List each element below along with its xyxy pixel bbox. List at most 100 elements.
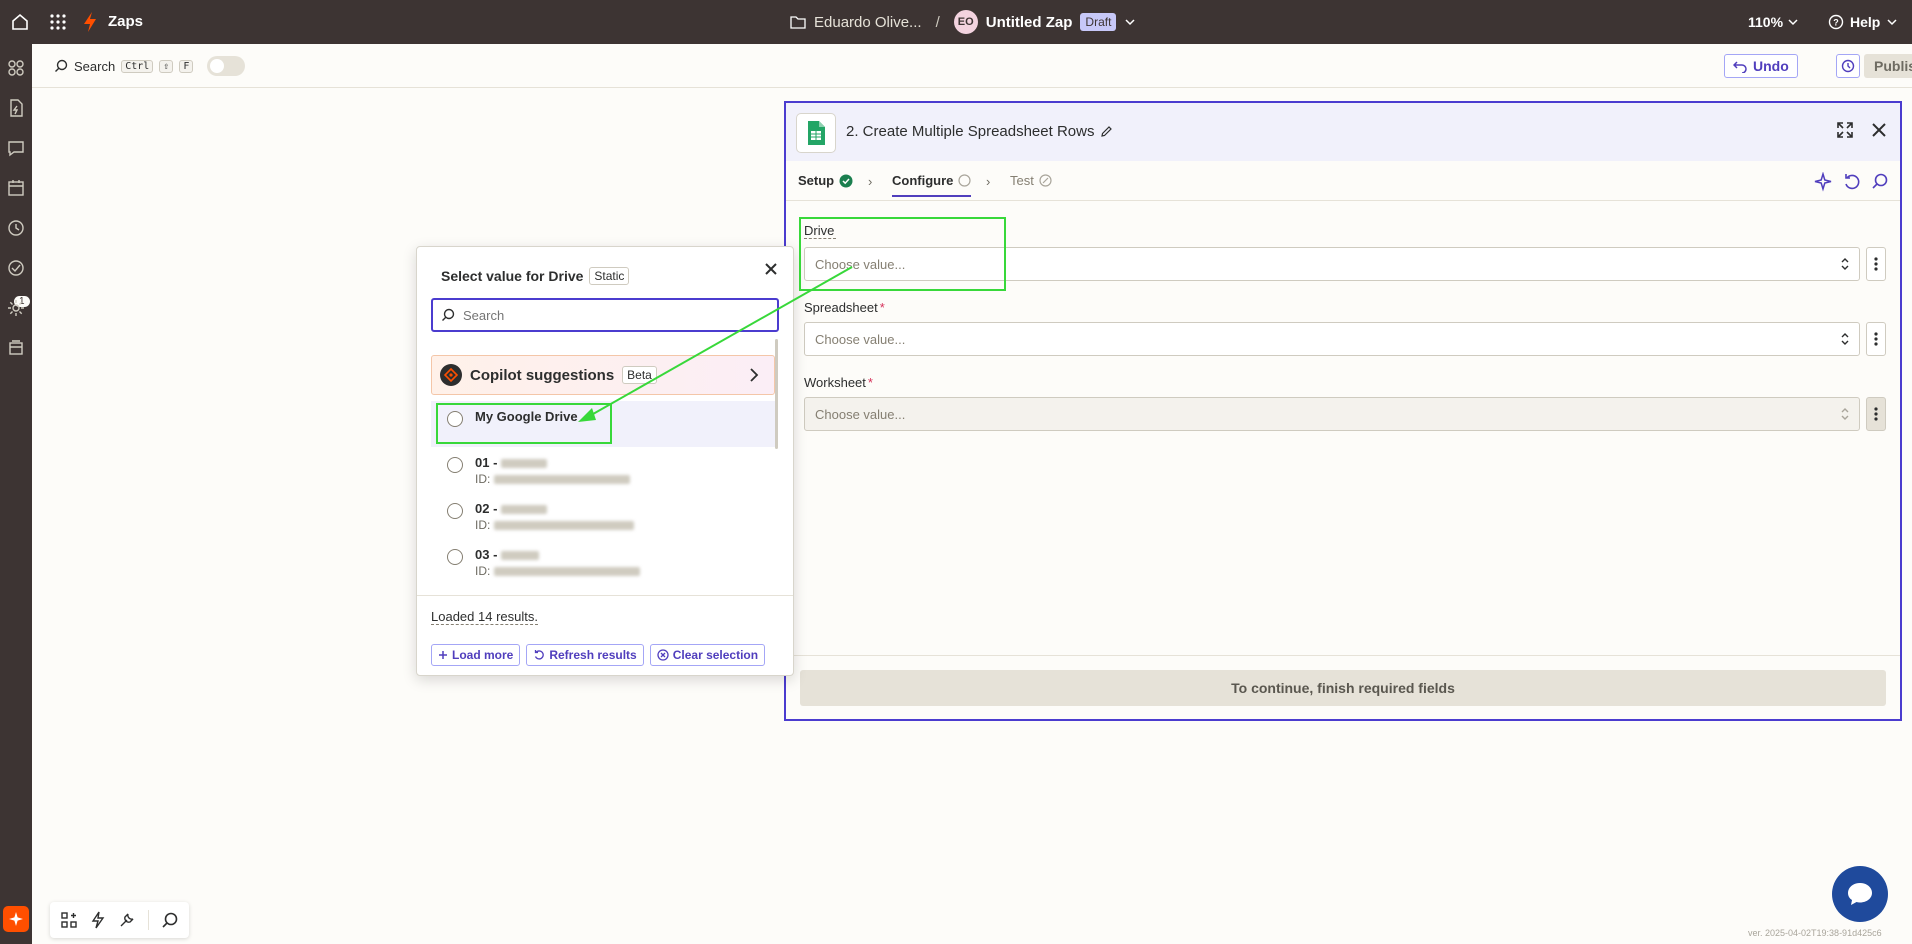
tools-divider [148, 910, 149, 930]
popover-actions: Load more Refresh results Clear selectio… [431, 644, 766, 666]
radio-button[interactable] [447, 457, 463, 473]
updown-icon [1841, 258, 1849, 270]
tab-setup-label: Setup [798, 173, 835, 188]
panel-header-actions [1836, 121, 1888, 139]
panel-header: 2. Create Multiple Spreadsheet Rows [786, 103, 1900, 161]
tab-setup[interactable]: Setup [798, 173, 853, 188]
avatar[interactable]: EO [953, 10, 978, 34]
support-chat-button[interactable] [1832, 866, 1888, 922]
search-trigger[interactable]: Search Ctrl ⇧ F [54, 56, 246, 76]
tab-test-label: Test [1010, 173, 1034, 188]
zoom-control[interactable]: 110% [1748, 14, 1799, 30]
refresh-icon [535, 650, 545, 660]
chevron-down-icon[interactable] [1124, 16, 1136, 28]
home-icon[interactable] [4, 6, 36, 38]
expand-icon[interactable] [1836, 121, 1854, 139]
chat-icon[interactable] [6, 138, 26, 158]
folder-name[interactable]: Eduardo Olive... [814, 14, 922, 31]
search-icon [442, 308, 455, 321]
search-label: Search [74, 58, 116, 74]
status-icon[interactable] [6, 258, 26, 278]
tab-test[interactable]: Test [1010, 173, 1052, 188]
popover-search[interactable] [431, 298, 779, 332]
tab-configure[interactable]: Configure [892, 173, 972, 197]
option-id: ID: [475, 472, 630, 486]
bolt-icon[interactable] [90, 911, 106, 929]
kebab-icon [1874, 407, 1878, 421]
refresh-label: Refresh results [549, 648, 637, 662]
close-icon[interactable] [1870, 121, 1888, 139]
radio-button[interactable] [447, 549, 463, 565]
zap-breadcrumb: Eduardo Olive... / EO Untitled Zap Draft [790, 10, 1136, 34]
option-id: ID: [475, 518, 634, 532]
spreadsheet-select[interactable]: Choose value... [804, 322, 1860, 356]
shortcut-ctrl: Ctrl [121, 59, 154, 73]
drive-options-button[interactable] [1866, 247, 1886, 281]
history-icon [1841, 59, 1855, 73]
settings-icon[interactable] [6, 298, 26, 318]
publish-button[interactable]: Publish [1864, 54, 1912, 78]
spreadsheet-options-button[interactable] [1866, 322, 1886, 356]
sparkle-icon[interactable] [1814, 172, 1834, 192]
check-circle-icon [839, 174, 853, 187]
continue-button[interactable]: To continue, finish required fields [800, 670, 1886, 706]
search-icon [55, 59, 68, 72]
add-apps-icon[interactable] [60, 911, 78, 929]
refresh-results-button[interactable]: Refresh results [526, 644, 644, 666]
tab-configure-label: Configure [892, 173, 954, 188]
help-label: Help [1850, 14, 1881, 30]
apps-grid-icon[interactable] [48, 12, 68, 32]
layers-icon[interactable] [6, 338, 26, 358]
shortcut-shift: ⇧ [159, 59, 174, 73]
history-icon[interactable] [6, 218, 26, 238]
components-icon[interactable] [6, 58, 26, 78]
help-menu[interactable]: ? Help [1828, 14, 1898, 30]
calendar-icon[interactable] [6, 178, 26, 198]
clear-label: Clear selection [672, 648, 759, 662]
search-icon[interactable] [161, 911, 179, 929]
list-item[interactable]: 03 - ID: [431, 539, 775, 585]
step-title[interactable]: 2. Create Multiple Spreadsheet Rows [846, 123, 1113, 140]
pending-circle-icon [958, 174, 971, 187]
worksheet-options-button[interactable] [1866, 397, 1886, 431]
load-more-label: Load more [452, 648, 514, 662]
spreadsheet-label-text: Spreadsheet [804, 300, 878, 315]
zap-name[interactable]: Untitled Zap [986, 14, 1073, 31]
updown-icon [1841, 333, 1849, 345]
kebab-icon [1874, 332, 1878, 346]
copilot-suggestions-row[interactable]: Copilot suggestions Beta [431, 355, 775, 395]
worksheet-select[interactable]: Choose value... [804, 397, 1860, 431]
pencil-icon[interactable] [1100, 125, 1113, 138]
tab-chevron-icon: › [868, 174, 873, 189]
chevron-down-icon [1887, 19, 1897, 26]
radio-button[interactable] [447, 503, 463, 519]
refresh-icon[interactable] [1842, 172, 1862, 192]
updown-icon [1841, 408, 1849, 420]
close-icon[interactable] [763, 261, 779, 277]
canvas-toolbar: Search Ctrl ⇧ F Undo Publish [32, 44, 1912, 88]
plus-icon [439, 651, 447, 659]
copilot-label: Copilot suggestions [470, 366, 615, 384]
wrench-icon[interactable] [118, 911, 136, 929]
help-icon: ? [1828, 14, 1844, 30]
undo-button[interactable]: Undo [1724, 54, 1798, 78]
step-editor-panel: 2. Create Multiple Spreadsheet Rows Setu… [784, 101, 1902, 721]
clear-circle-icon [657, 649, 669, 661]
app-name[interactable]: Zaps [108, 13, 143, 30]
clear-selection-button[interactable]: Clear selection [649, 644, 766, 666]
zap-file-icon[interactable] [6, 98, 26, 118]
list-item[interactable]: 01 - ID: [431, 447, 775, 493]
chat-bubble-icon [1848, 883, 1872, 905]
canvas-toggle[interactable] [207, 56, 246, 76]
top-bar: Zaps Eduardo Olive... / EO Untitled Zap … [0, 0, 1912, 44]
folder-icon [790, 16, 806, 29]
version-history-button[interactable] [1836, 54, 1860, 78]
list-item[interactable]: 02 - ID: [431, 493, 775, 539]
copilot-icon[interactable] [3, 906, 29, 932]
list-scrollbar[interactable] [775, 339, 778, 449]
search-icon[interactable] [1870, 172, 1890, 192]
kebab-icon [1874, 257, 1878, 271]
load-more-button[interactable]: Load more [431, 644, 521, 666]
search-input[interactable] [463, 307, 753, 323]
option-name: 02 - [475, 501, 548, 516]
